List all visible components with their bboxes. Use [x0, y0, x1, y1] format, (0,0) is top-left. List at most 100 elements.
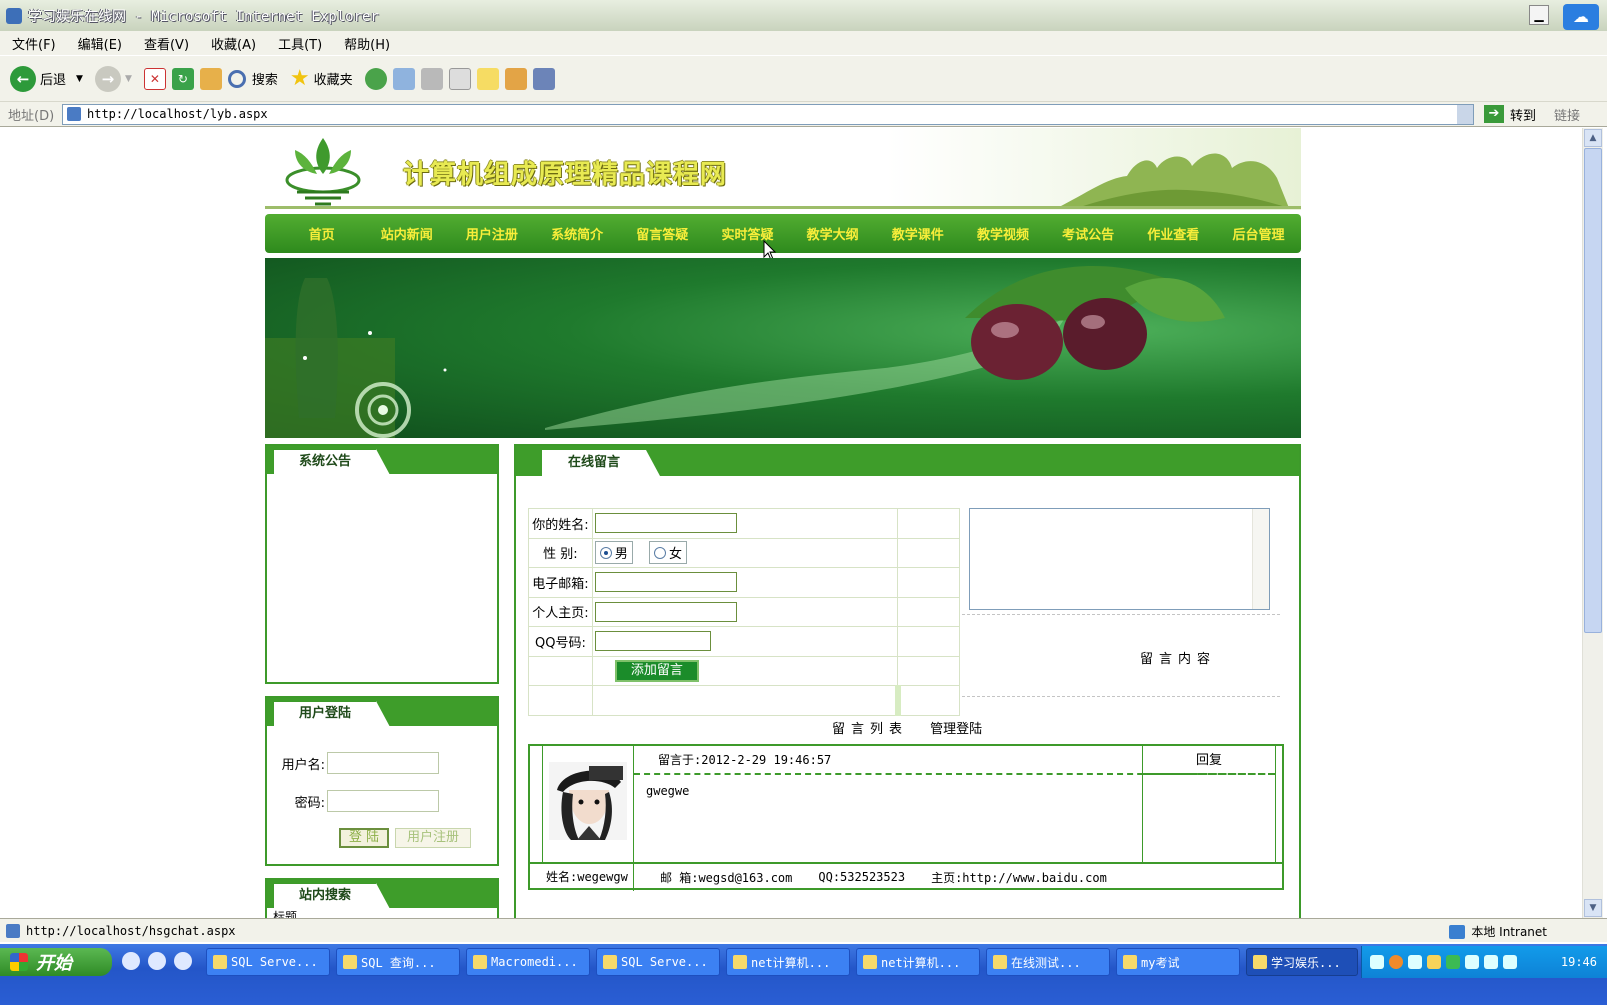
address-dropdown-icon[interactable]	[1457, 104, 1473, 124]
mail-icon[interactable]	[392, 67, 415, 90]
nav-live-qa[interactable]: 实时答疑	[705, 224, 790, 243]
start-button[interactable]: 开始	[0, 948, 112, 976]
back-label: 后退	[40, 73, 67, 88]
menu-favorites[interactable]: 收藏(A)	[211, 34, 256, 53]
intranet-icon	[1449, 924, 1466, 939]
message-content-textarea[interactable]	[969, 508, 1270, 610]
admin-login-link[interactable]: 管理登陆	[930, 722, 982, 737]
username-input[interactable]	[327, 752, 439, 774]
add-message-button[interactable]: 添加留言	[614, 659, 699, 682]
menu-edit[interactable]: 编辑(E)	[78, 34, 122, 53]
menu-help[interactable]: 帮助(H)	[344, 34, 390, 53]
ie-quicklaunch-icon[interactable]	[122, 952, 140, 970]
vertical-scrollbar[interactable]: ▲ ▼	[1582, 128, 1603, 918]
login-button[interactable]: 登 陆	[339, 828, 389, 848]
email-label: 电子邮箱:	[528, 567, 593, 598]
task-button[interactable]: my考试	[1116, 948, 1240, 976]
nav-admin[interactable]: 后台管理	[1216, 224, 1301, 243]
gender-female-radio[interactable]: 女	[649, 541, 688, 565]
home-icon[interactable]	[199, 67, 222, 90]
task-button-active[interactable]: 学习娱乐...	[1246, 948, 1358, 976]
task-button[interactable]: SQL Serve...	[206, 948, 330, 976]
login-panel-header: 用户登陆	[267, 698, 497, 727]
nav-news[interactable]: 站内新闻	[364, 224, 449, 243]
reply-link[interactable]: 回复	[1143, 746, 1275, 775]
qq-input[interactable]	[594, 631, 711, 652]
homepage-input[interactable]	[594, 601, 737, 622]
nav-guestbook[interactable]: 留言答疑	[620, 224, 705, 243]
favorites-button[interactable]: ★ 收藏夹	[290, 66, 353, 91]
menu-view[interactable]: 查看(V)	[144, 34, 189, 53]
dashed-divider	[962, 696, 1280, 697]
go-label: 转到	[1510, 108, 1537, 124]
address-input[interactable]: http://localhost/lyb.aspx	[62, 103, 1474, 125]
dashed-divider	[962, 614, 1280, 615]
nav-intro[interactable]: 系统简介	[535, 224, 620, 243]
minimize-icon[interactable]: ▁	[1529, 5, 1549, 25]
nav-courseware[interactable]: 教学课件	[875, 224, 960, 243]
password-label: 密码:	[294, 795, 325, 811]
desktop-quicklaunch-icon[interactable]	[174, 952, 192, 970]
refresh-icon[interactable]: ↻	[171, 67, 194, 90]
forward-button[interactable]: → ▼	[94, 65, 132, 92]
task-button[interactable]: net计算机...	[726, 948, 850, 976]
network-icon[interactable]	[1408, 955, 1422, 969]
sync-icon[interactable]	[1503, 955, 1517, 969]
display-icon[interactable]	[1484, 955, 1498, 969]
menu-tools[interactable]: 工具(T)	[278, 34, 322, 53]
nav-exam[interactable]: 考试公告	[1046, 224, 1131, 243]
volume-icon[interactable]	[1465, 955, 1479, 969]
task-button[interactable]: net计算机...	[856, 948, 980, 976]
go-button[interactable]: ➔ 转到	[1484, 105, 1536, 124]
textarea-scrollbar[interactable]	[1252, 509, 1269, 609]
gender-male-radio[interactable]: 男	[594, 541, 633, 565]
search-button[interactable]: 搜索	[227, 69, 278, 88]
history-icon[interactable]	[364, 67, 387, 90]
task-button[interactable]: SQL Serve...	[596, 948, 720, 976]
discuss-icon[interactable]	[476, 67, 499, 90]
print-icon[interactable]	[420, 67, 443, 90]
folder-icon	[1123, 955, 1137, 969]
search-body: 标题	[267, 908, 497, 918]
research-icon[interactable]	[504, 67, 527, 90]
nav-syllabus[interactable]: 教学大纲	[790, 224, 875, 243]
qq-icon[interactable]	[1427, 955, 1441, 969]
app-icon	[473, 955, 487, 969]
messenger-icon[interactable]	[532, 67, 555, 90]
nav-homework[interactable]: 作业查看	[1131, 224, 1216, 243]
message-list-link[interactable]: 留言列表	[832, 722, 908, 737]
chevron-left-icon[interactable]	[1389, 955, 1403, 969]
scroll-up-icon[interactable]: ▲	[1584, 129, 1602, 147]
login-title: 用户登陆	[273, 701, 390, 727]
links-button[interactable]: 链接	[1554, 105, 1580, 124]
username-row: 用户名:	[279, 752, 497, 774]
task-button[interactable]: SQL 查询...	[336, 948, 460, 976]
login-panel: 用户登陆 用户名: 密码: 登 陆 用户注册	[265, 696, 499, 866]
scroll-thumb[interactable]	[1584, 148, 1602, 633]
register-button[interactable]: 用户注册	[395, 828, 471, 848]
back-dropdown-icon[interactable]: ▼	[76, 74, 83, 84]
window-title: 学习娱乐在线网 - Microsoft Internet Explorer	[28, 8, 379, 25]
email-input[interactable]	[594, 572, 737, 593]
menu-file[interactable]: 文件(F)	[12, 34, 56, 53]
radio-unchecked-icon	[654, 546, 666, 559]
nav-home[interactable]: 首页	[279, 224, 364, 243]
back-button[interactable]: ← 后退 ▼	[10, 65, 83, 92]
password-input[interactable]	[327, 790, 439, 812]
outlook-quicklaunch-icon[interactable]	[148, 952, 166, 970]
radio-checked-icon	[599, 546, 612, 559]
forward-dropdown-icon[interactable]: ▼	[125, 74, 132, 84]
star-icon: ★	[289, 66, 310, 91]
name-input[interactable]	[594, 513, 737, 534]
cloud-sync-icon[interactable]: ☁	[1563, 4, 1599, 30]
task-button[interactable]: Macromedi...	[466, 948, 590, 976]
scroll-down-icon[interactable]: ▼	[1584, 899, 1602, 917]
nav-video[interactable]: 教学视频	[960, 224, 1045, 243]
keyboard-icon[interactable]	[1370, 955, 1384, 969]
nav-register[interactable]: 用户注册	[449, 224, 534, 243]
edit-icon[interactable]	[448, 67, 471, 90]
stop-icon[interactable]: ✕	[143, 67, 166, 90]
security-icon[interactable]	[1446, 955, 1460, 969]
search-title: 站内搜索	[273, 883, 390, 909]
task-button[interactable]: 在线测试...	[986, 948, 1110, 976]
